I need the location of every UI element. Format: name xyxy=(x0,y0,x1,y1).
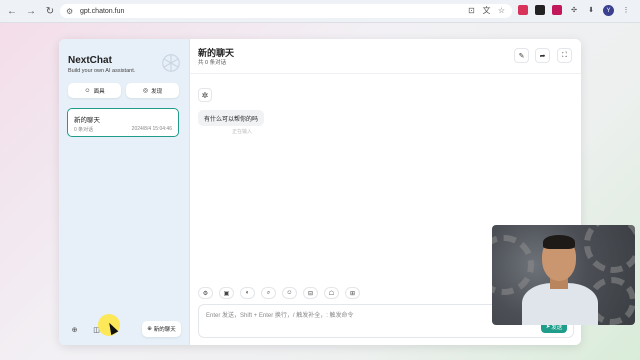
plugin-icon[interactable]: ⊞ xyxy=(345,287,360,299)
robot-icon[interactable]: ☖ xyxy=(324,287,339,299)
compass-icon: ◎ xyxy=(142,88,149,94)
url-text[interactable]: gpt.chaton.fun xyxy=(80,8,124,15)
fullscreen-icon[interactable]: ⛶ xyxy=(557,48,572,63)
profile-avatar[interactable]: Y xyxy=(603,5,614,16)
theme-icon[interactable]: ◐ xyxy=(240,287,255,299)
sidebar: NextChat Build your own AI assistant. ☺ … xyxy=(59,39,190,345)
site-info-icon[interactable]: ⚙ xyxy=(66,6,76,16)
header-divider xyxy=(190,73,581,74)
brand-subtitle: Build your own AI assistant. xyxy=(68,68,136,74)
mask-button-label: 面具 xyxy=(93,88,105,95)
edit-icon[interactable]: ✎ xyxy=(514,48,529,63)
reload-icon[interactable]: ↻ xyxy=(43,4,57,18)
background-gear-shape xyxy=(584,225,635,273)
translate-icon[interactable]: 文 xyxy=(482,6,491,15)
address-bar[interactable]: ⚙ gpt.chaton.fun ⊡ 文 ☆ xyxy=(60,4,512,18)
chat-item-count: 0 条对话 xyxy=(74,127,94,133)
browser-toolbar: ← → ↻ ⚙ gpt.chaton.fun ⊡ 文 ☆ ✣ ⬇ Y ⋮ xyxy=(0,0,640,23)
prompt-icon[interactable]: ⌕ xyxy=(261,287,276,299)
download-icon[interactable]: ⬇ xyxy=(586,5,596,15)
settings-icon[interactable]: ⚙ xyxy=(198,287,213,299)
assistant-message: 有什么可以帮你的吗 xyxy=(198,110,265,126)
person-hair xyxy=(543,235,575,249)
person-body xyxy=(522,283,598,325)
discover-button[interactable]: ◎ 发现 xyxy=(126,83,179,98)
mask-icon[interactable]: ☺ xyxy=(282,287,297,299)
chatgpt-logo-icon xyxy=(162,54,180,72)
new-chat-button-label: 新的聊天 xyxy=(153,327,176,333)
install-icon[interactable]: ⊡ xyxy=(467,6,476,15)
clear-context-icon[interactable]: ⊟ xyxy=(303,287,318,299)
mask-button[interactable]: ☺ 面具 xyxy=(68,83,121,98)
message-status: 正在输入 xyxy=(232,129,253,135)
extension-icon[interactable] xyxy=(518,5,528,15)
puzzle-icon[interactable]: ✣ xyxy=(569,5,579,15)
brand-title: NextChat xyxy=(68,55,112,66)
forward-icon[interactable]: → xyxy=(24,4,38,18)
bot-avatar-icon: ✲ xyxy=(198,88,212,102)
chat-item-time: 2024/8/4 15:04:46 xyxy=(131,126,172,132)
background-gear-shape xyxy=(492,235,534,295)
discover-button-label: 发现 xyxy=(151,88,163,95)
input-toolbar: ⚙ ▣ ◐ ⌕ ☺ ⊟ ☖ ⊞ xyxy=(198,287,360,301)
share-icon[interactable]: ➦ xyxy=(535,48,550,63)
webcam-overlay xyxy=(492,225,635,325)
extension-icon[interactable] xyxy=(535,5,545,15)
extension-icon[interactable] xyxy=(552,5,562,15)
new-chat-button[interactable]: ⊕ 新的聊天 xyxy=(142,321,181,337)
more-menu-icon[interactable]: ⋮ xyxy=(621,5,631,15)
chat-list-item[interactable]: 新的聊天 0 条对话 2024/8/4 15:04:46 xyxy=(67,108,179,137)
chat-input-placeholder: Enter 发送，Shift + Enter 换行，/ 触发补全，: 触发命令 xyxy=(206,313,354,319)
image-icon[interactable]: ▣ xyxy=(219,287,234,299)
mask-icon: ☺ xyxy=(84,87,91,94)
settings-icon[interactable]: ⊕ xyxy=(68,323,81,336)
chat-item-title: 新的聊天 xyxy=(74,117,100,124)
back-icon[interactable]: ← xyxy=(5,4,19,18)
add-icon: ⊕ xyxy=(147,326,152,332)
chat-subtitle: 共 0 条对话 xyxy=(198,60,227,66)
bookmark-star-icon[interactable]: ☆ xyxy=(497,6,506,15)
